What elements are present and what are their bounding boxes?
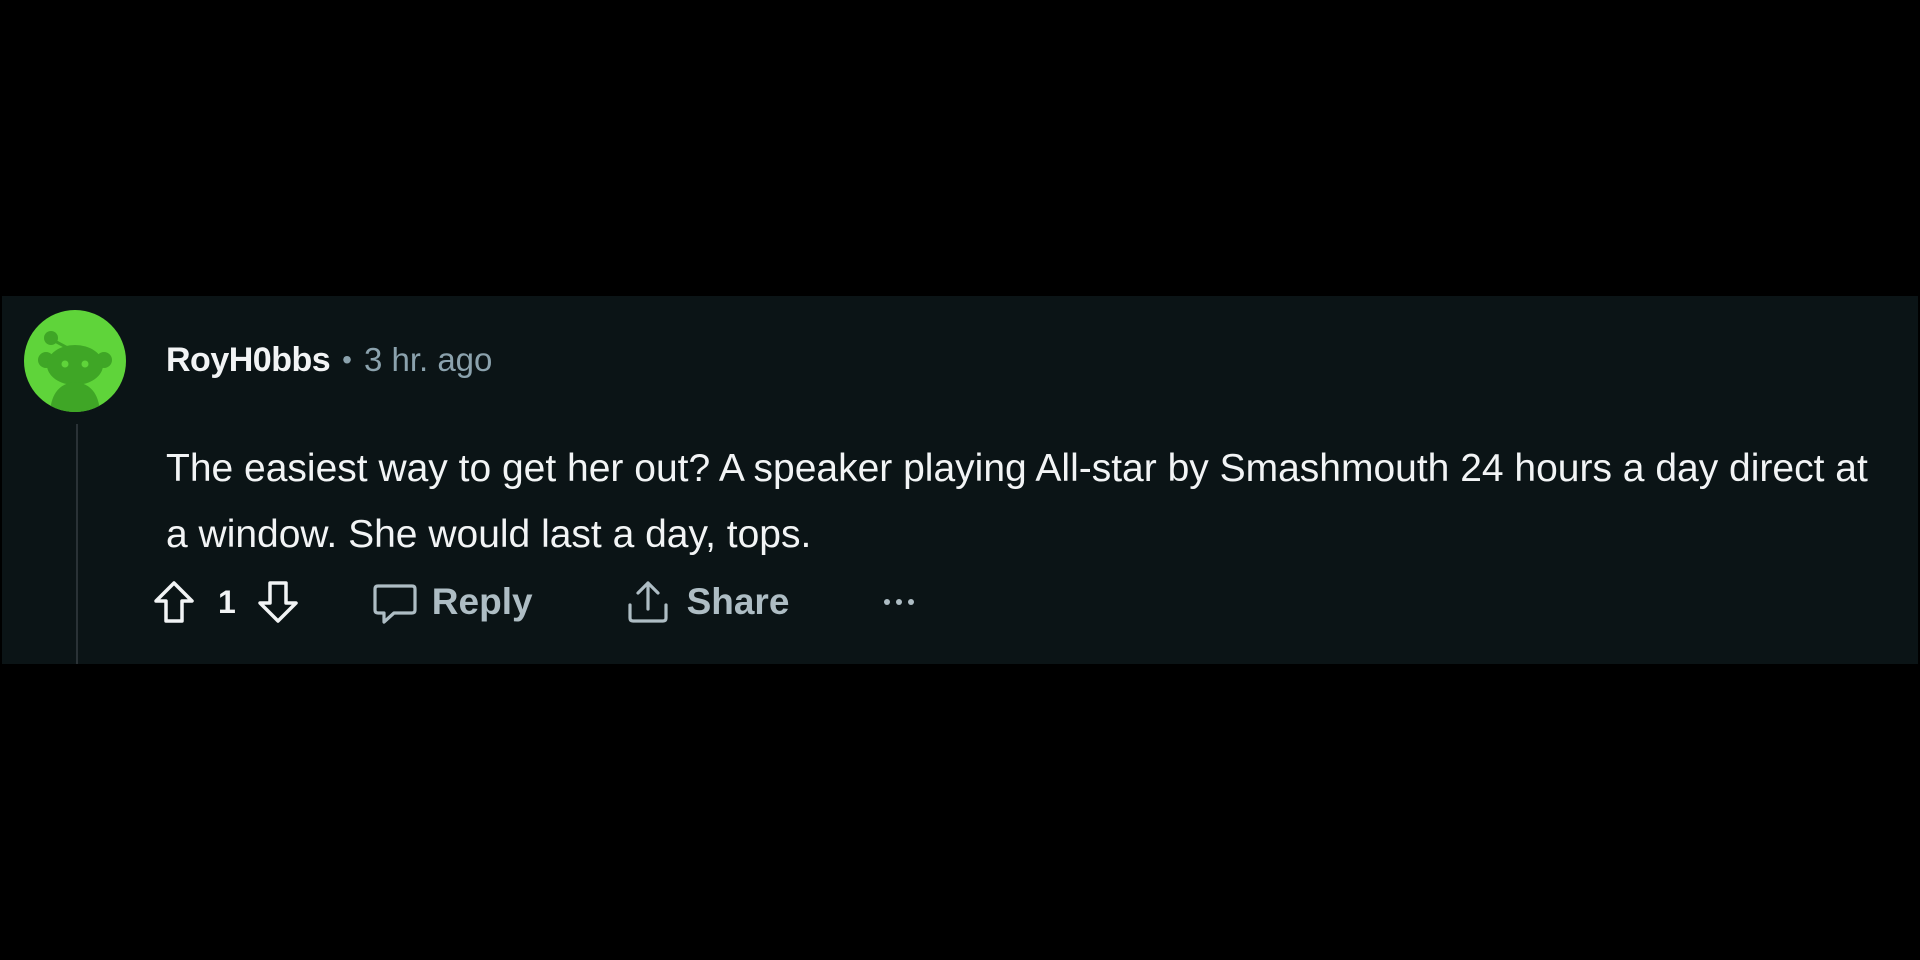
avatar[interactable] xyxy=(24,310,126,412)
comment-body: The easiest way to get her out? A speake… xyxy=(166,447,1868,556)
arrow-down-icon[interactable] xyxy=(254,578,302,626)
timestamp[interactable]: 3 hr. ago xyxy=(364,341,492,379)
share-label: Share xyxy=(686,581,790,622)
comment-meta: RoyH0bbs • 3 hr. ago xyxy=(166,340,492,380)
vote-count: 1 xyxy=(218,583,236,620)
share-upload-icon xyxy=(623,577,673,627)
more-options-button[interactable] xyxy=(881,592,917,612)
screen: RoyH0bbs • 3 hr. ago The easiest way to … xyxy=(0,0,1920,960)
reddit-snoo-avatar-icon xyxy=(38,331,112,412)
ellipsis-icon xyxy=(881,592,917,612)
comment-actions: 1 Reply Share xyxy=(150,574,917,630)
username-link[interactable]: RoyH0bbs xyxy=(166,341,331,380)
reply-label: Reply xyxy=(431,581,533,622)
comment-card: RoyH0bbs • 3 hr. ago The easiest way to … xyxy=(2,296,1918,664)
meta-separator: • xyxy=(342,344,352,375)
speech-bubble-icon xyxy=(370,577,420,627)
share-button[interactable]: Share xyxy=(623,577,790,627)
thread-line[interactable] xyxy=(76,424,78,664)
arrow-up-icon[interactable] xyxy=(150,578,198,626)
reply-button[interactable]: Reply xyxy=(370,577,533,627)
